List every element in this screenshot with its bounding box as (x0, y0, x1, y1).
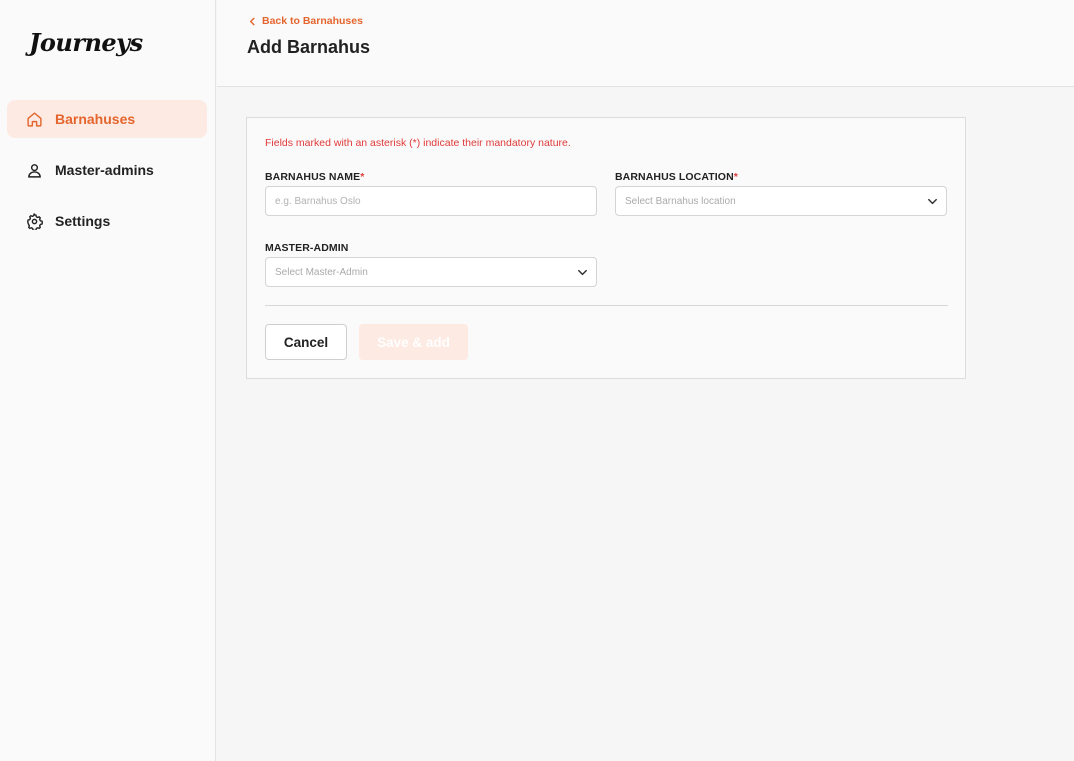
cancel-button[interactable]: Cancel (265, 324, 347, 360)
add-barnahus-form: Fields marked with an asterisk (*) indic… (246, 117, 966, 379)
app-logo: Journeys (29, 28, 143, 57)
sidebar: Journeys Barnahuses Master-admins Settin… (0, 0, 216, 761)
sidebar-item-label: Master-admins (55, 162, 154, 178)
chevron-down-icon (578, 269, 587, 276)
page-header: Back to Barnahuses Add Barnahus (217, 0, 1074, 87)
chevron-left-icon (249, 17, 255, 25)
barnahus-location-label-text: BARNAHUS LOCATION (615, 171, 734, 183)
barnahus-name-label: BARNAHUS NAME* (265, 171, 364, 183)
master-admin-select[interactable]: Select Master-Admin (265, 257, 597, 287)
user-icon (25, 161, 43, 179)
sidebar-item-settings[interactable]: Settings (7, 202, 207, 240)
save-and-add-button[interactable]: Save & add (359, 324, 468, 360)
sidebar-item-master-admins[interactable]: Master-admins (7, 151, 207, 189)
barnahus-location-placeholder: Select Barnahus location (625, 195, 736, 207)
sidebar-item-label: Settings (55, 213, 111, 229)
sidebar-nav: Barnahuses Master-admins Settings (7, 100, 207, 253)
sidebar-item-label: Barnahuses (55, 111, 136, 127)
barnahus-name-label-text: BARNAHUS NAME (265, 171, 361, 183)
page-title: Add Barnahus (247, 37, 371, 57)
required-asterisk: * (360, 171, 365, 183)
required-asterisk: * (733, 171, 738, 183)
barnahus-location-label: BARNAHUS LOCATION* (615, 171, 738, 183)
form-divider (265, 305, 948, 306)
back-link[interactable]: Back to Barnahuses (248, 15, 363, 27)
chevron-down-icon (928, 198, 937, 205)
home-icon (25, 110, 43, 128)
master-admin-placeholder: Select Master-Admin (275, 266, 368, 278)
mandatory-notice: Fields marked with an asterisk (*) indic… (265, 137, 571, 149)
master-admin-label: MASTER-ADMIN (265, 242, 349, 254)
back-link-label: Back to Barnahuses (262, 15, 363, 27)
sidebar-item-barnahuses[interactable]: Barnahuses (7, 100, 207, 138)
gear-icon (25, 212, 43, 230)
barnahus-name-input[interactable] (265, 186, 597, 216)
barnahus-location-select[interactable]: Select Barnahus location (615, 186, 947, 216)
app-root: Journeys Barnahuses Master-admins Settin… (0, 0, 1074, 761)
